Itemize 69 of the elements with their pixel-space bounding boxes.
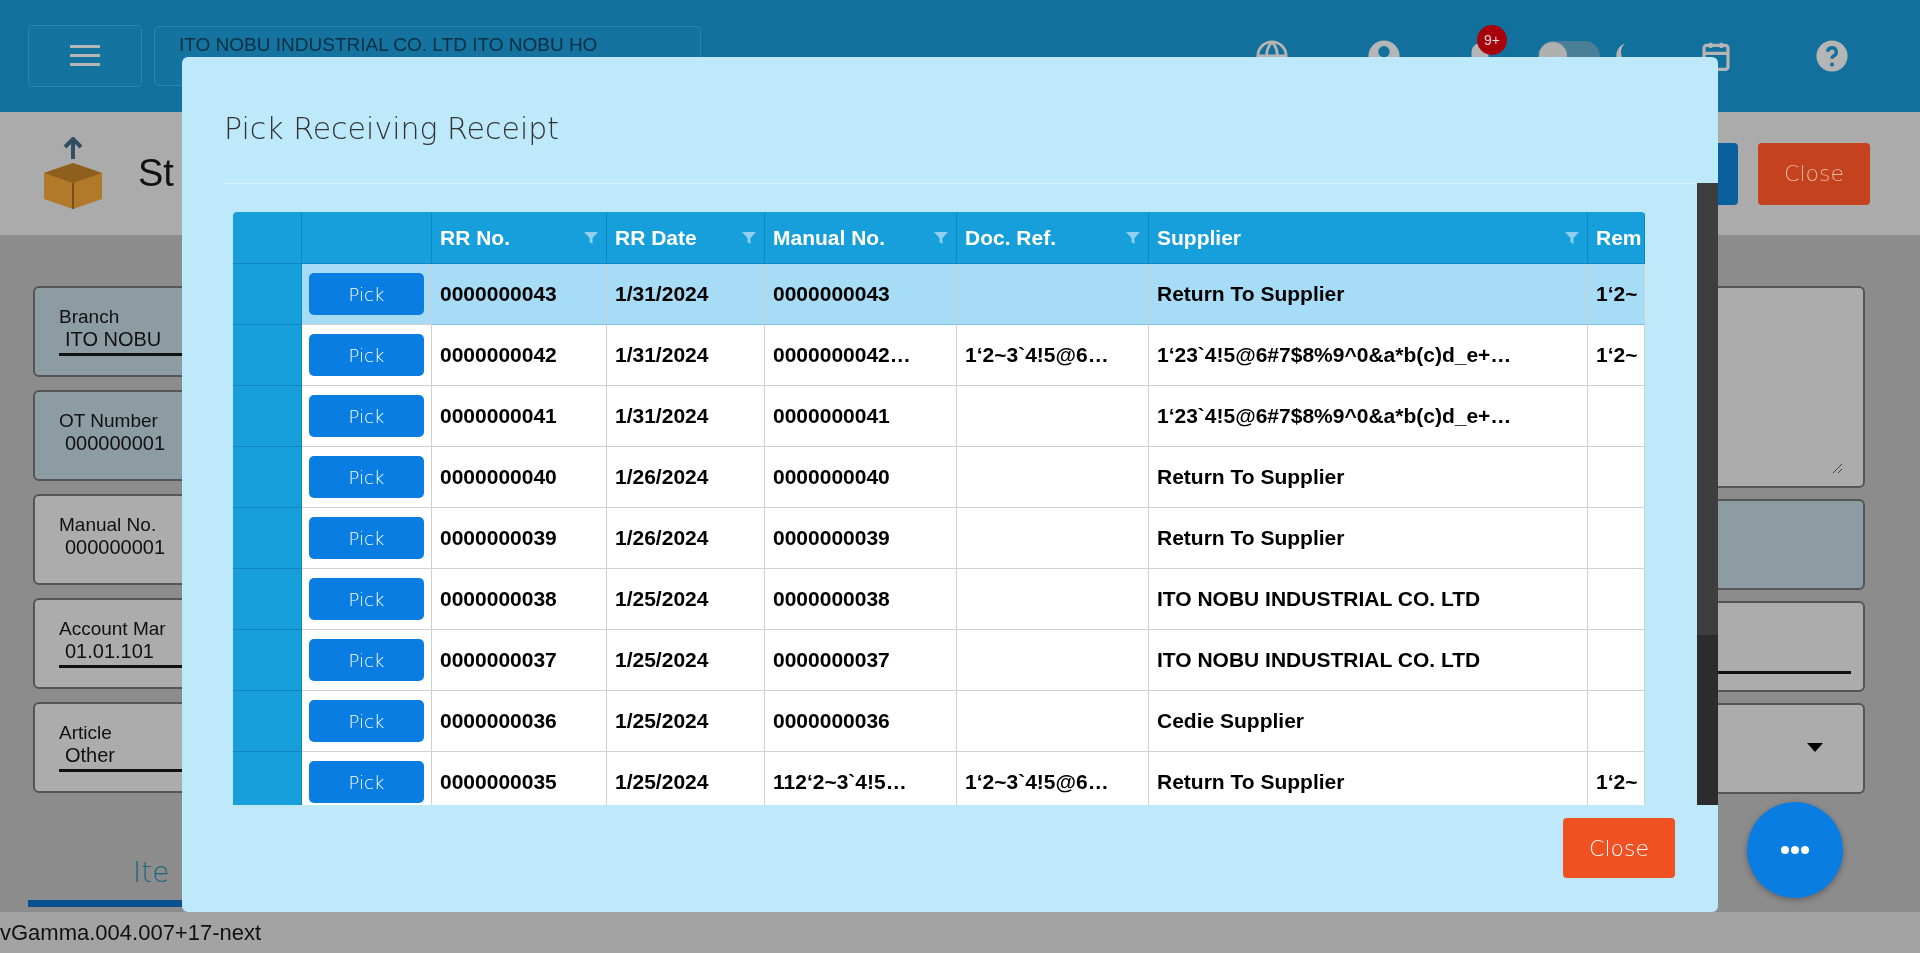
pick-button[interactable]: Pick bbox=[309, 334, 424, 376]
table-cell: 1‘2~3`4!5@6… bbox=[957, 325, 1149, 386]
table-cell: 1/26/2024 bbox=[607, 508, 765, 569]
pick-button[interactable]: Pick bbox=[309, 700, 424, 742]
table-cell: 1‘23`4!5@6#7$8%9^0&a*b(c)d_e+… bbox=[1149, 325, 1588, 386]
column-header[interactable]: Rem bbox=[1588, 212, 1645, 264]
table-cell: 0000000038 bbox=[765, 569, 957, 630]
pick-button[interactable]: Pick bbox=[309, 517, 424, 559]
table-cell: 1‘2~ bbox=[1588, 325, 1645, 386]
table-cell: 1/25/2024 bbox=[607, 691, 765, 752]
table-cell: 0000000043 bbox=[432, 264, 607, 325]
form-field[interactable]: Article Other bbox=[33, 702, 182, 793]
pick-button[interactable]: Pick bbox=[309, 456, 424, 498]
form-field[interactable]: Account Mar 01.01.101 bbox=[33, 598, 182, 689]
table-cell: 1‘23`4!5@6#7$8%9^0&a*b(c)d_e+… bbox=[1149, 386, 1588, 447]
table-cell: 0000000042… bbox=[765, 325, 957, 386]
pick-button[interactable]: Pick bbox=[309, 761, 424, 803]
table-cell: 0000000042 bbox=[432, 325, 607, 386]
table-cell: 1/31/2024 bbox=[607, 264, 765, 325]
column-header[interactable]: RR Date bbox=[607, 212, 765, 264]
field-label: Account Mar bbox=[59, 618, 166, 640]
pick-button[interactable]: Pick bbox=[309, 395, 424, 437]
close-button[interactable]: Close bbox=[1563, 818, 1675, 878]
table-cell: 1/25/2024 bbox=[607, 630, 765, 691]
table-cell: 0000000039 bbox=[765, 508, 957, 569]
table-cell: Return To Supplier bbox=[1149, 264, 1588, 325]
table-cell: ITO NOBU INDUSTRIAL CO. LTD bbox=[1149, 569, 1588, 630]
table-cell: 0000000041 bbox=[765, 386, 957, 447]
field-label: Manual No. bbox=[59, 514, 157, 536]
dialog-title: Pick Receiving Receipt bbox=[224, 111, 560, 146]
table-cell: 0000000043 bbox=[765, 264, 957, 325]
close-button[interactable]: Close bbox=[1758, 142, 1870, 205]
field-value: 01.01.101 bbox=[64, 640, 154, 663]
field-value: Other bbox=[64, 744, 116, 767]
field-label: Article bbox=[59, 722, 112, 744]
field-value: 000000001 bbox=[64, 536, 166, 559]
table-cell: 0000000039 bbox=[432, 508, 607, 569]
table-cell: Return To Supplier bbox=[1149, 508, 1588, 569]
table-cell: 0000000036 bbox=[765, 691, 957, 752]
table-cell: Return To Supplier bbox=[1149, 447, 1588, 508]
field-label: Branch bbox=[59, 306, 120, 328]
table-cell: ITO NOBU INDUSTRIAL CO. LTD bbox=[1149, 630, 1588, 691]
table-cell: 1/26/2024 bbox=[607, 447, 765, 508]
table-cell: 1/31/2024 bbox=[607, 386, 765, 447]
table-cell: 0000000041 bbox=[432, 386, 607, 447]
table-cell: 1/25/2024 bbox=[607, 569, 765, 630]
pick-button[interactable]: Pick bbox=[309, 578, 424, 620]
pick-button[interactable]: Pick bbox=[309, 273, 424, 315]
column-header[interactable]: Manual No. bbox=[765, 212, 957, 264]
notification-badge: 9+ bbox=[1477, 25, 1507, 55]
table-cell: 0000000040 bbox=[432, 447, 607, 508]
page-title: St bbox=[138, 152, 174, 195]
table-cell: Cedie Supplier bbox=[1149, 691, 1588, 752]
table-cell: 0000000038 bbox=[432, 569, 607, 630]
field-value: ITO NOBU bbox=[64, 328, 162, 351]
pick-button[interactable]: Pick bbox=[309, 639, 424, 681]
table-cell: 0000000040 bbox=[765, 447, 957, 508]
column-header[interactable]: Doc. Ref. bbox=[957, 212, 1149, 264]
column-header[interactable]: Supplier bbox=[1149, 212, 1588, 264]
field-value: 000000001 bbox=[64, 432, 166, 455]
field-label: OT Number bbox=[59, 410, 158, 432]
table-cell: 0000000037 bbox=[432, 630, 607, 691]
table-cell: 0000000037 bbox=[765, 630, 957, 691]
table-cell: 1/31/2024 bbox=[607, 325, 765, 386]
table-cell: 1‘2~ bbox=[1588, 264, 1645, 325]
table-cell: 0000000036 bbox=[432, 691, 607, 752]
column-header[interactable]: RR No. bbox=[432, 212, 607, 264]
form-field[interactable]: Manual No. 000000001 bbox=[33, 494, 182, 585]
version-label: vGamma.004.007+17-next bbox=[0, 919, 262, 946]
